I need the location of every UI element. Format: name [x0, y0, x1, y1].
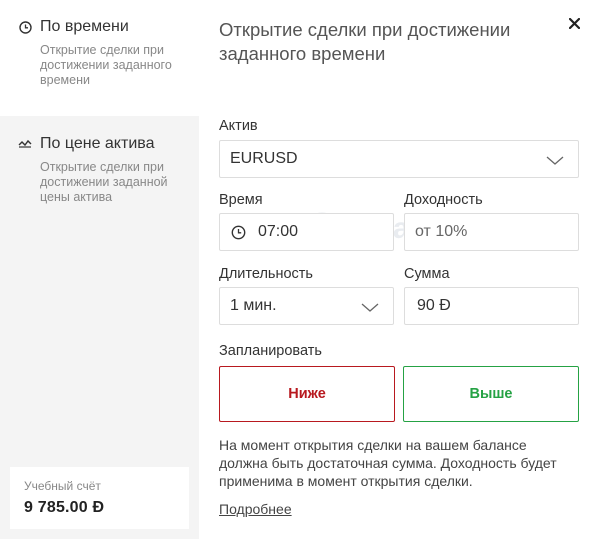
mode-title: По цене актива [40, 135, 155, 152]
profit-value: от 10% [415, 223, 468, 240]
close-button[interactable] [565, 14, 583, 32]
mode-description: Открытие сделки при достижении заданной … [40, 160, 168, 204]
mode-by-price[interactable]: По цене актива Открытие сделки при дости… [0, 116, 199, 205]
time-input[interactable]: 07:00 [219, 213, 394, 251]
duration-label: Длительность [219, 266, 313, 282]
chevron-down-icon [361, 300, 379, 318]
schedule-label: Запланировать [219, 343, 322, 359]
mode-title: По времени [40, 18, 129, 35]
account-label: Учебный счёт [24, 479, 101, 493]
amount-label: Сумма [404, 266, 450, 282]
mode-description: Открытие сделки при достижении заданного… [40, 43, 172, 87]
close-icon [568, 17, 580, 29]
account-card: Учебный счёт 9 785.00 Đ [10, 467, 189, 529]
asset-select[interactable]: EURUSD [219, 140, 579, 178]
duration-value: 1 мин. [230, 297, 277, 314]
time-value: 07:00 [258, 223, 299, 240]
page-title: Открытие сделки при достижении заданного… [219, 19, 511, 64]
chevron-down-icon [546, 153, 564, 171]
profit-field: от 10% [404, 213, 579, 251]
info-note: На момент открытия сделки на вашем балан… [219, 437, 557, 489]
asset-value: EURUSD [230, 150, 298, 167]
mode-by-time[interactable]: По времени Открытие сделки при достижени… [0, 0, 199, 116]
higher-button[interactable]: Выше [403, 366, 579, 422]
time-label: Время [219, 192, 263, 208]
asset-label: Актив [219, 118, 258, 134]
profit-label: Доходность [404, 192, 483, 208]
clock-icon [18, 20, 32, 34]
account-balance: 9 785.00 Đ [24, 499, 105, 516]
lower-button[interactable]: Ниже [219, 366, 395, 422]
duration-select[interactable]: 1 мин. [219, 287, 394, 325]
clock-icon [231, 225, 246, 240]
more-info-link[interactable]: Подробнее [219, 501, 292, 517]
amount-input[interactable]: 90 Đ [404, 287, 579, 325]
sidebar: По времени Открытие сделки при достижени… [0, 0, 199, 539]
amount-value: 90 Đ [417, 297, 451, 314]
price-chart-icon [18, 137, 32, 151]
